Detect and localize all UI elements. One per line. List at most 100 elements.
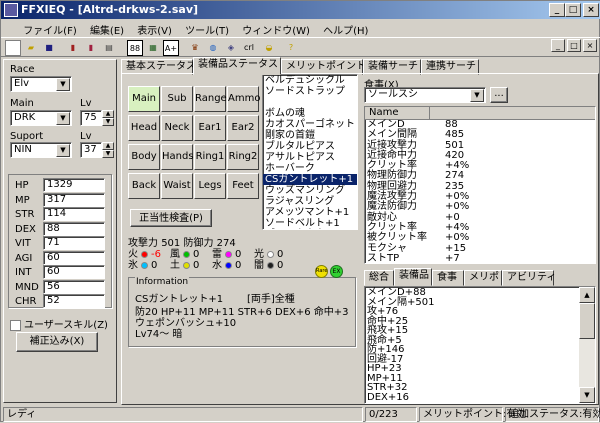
support-job-select[interactable]: NIN ▼	[10, 142, 72, 158]
stat-value: 317	[43, 192, 105, 207]
tab-equip-status[interactable]: 装備品ステータス	[193, 57, 281, 75]
left-panel: Race Elv ▼ Main Lv DRK ▼ 75 ▲ ▼ Suport Lv N…	[3, 59, 117, 403]
info-line-level: Lv74～ 暗	[135, 329, 183, 340]
tab-food[interactable]: 食事	[432, 270, 464, 286]
slot-ring1[interactable]: Ring1	[194, 144, 226, 170]
tab-ability[interactable]: アビリティ	[502, 270, 556, 286]
maximize-button[interactable]: □	[565, 3, 581, 17]
food-select[interactable]: ソールスシ ▼	[364, 87, 486, 103]
equip-list-item[interactable]: ホーバーク	[263, 163, 357, 174]
tab-summary[interactable]: 総合	[364, 270, 394, 286]
spin-up-icon[interactable]: ▲	[102, 110, 114, 118]
slot-head[interactable]: Head	[128, 115, 160, 141]
slot-back[interactable]: Back	[128, 173, 160, 199]
new-icon[interactable]	[5, 40, 21, 56]
stat-name: MP	[15, 194, 30, 206]
save-icon[interactable]: ■	[41, 40, 57, 56]
stat-table[interactable]: Name メインD 88 メイン間隔 485 近接攻撃力 501 近接命中力 420 クリット率…	[364, 106, 596, 264]
slot-ear2[interactable]: Ear2	[227, 115, 259, 141]
main-job-label: Main	[10, 98, 34, 109]
main-lv-label: Lv	[80, 98, 92, 109]
support-lv-input[interactable]: 37	[80, 142, 102, 158]
slot-neck[interactable]: Neck	[161, 115, 193, 141]
element-resists: 火 -6 風 0 雷 0 光 0 氷 0 土 0 水 0 闇 0	[128, 245, 328, 271]
slot-ear1[interactable]: Ear1	[194, 115, 226, 141]
minimize-button[interactable]: _	[549, 3, 565, 17]
slot-ammo[interactable]: Ammo	[227, 86, 260, 112]
stat-row: DEX 88	[13, 221, 109, 236]
crl-icon[interactable]: crl	[241, 40, 257, 56]
spin-down-icon[interactable]: ▼	[102, 118, 114, 126]
grid-icon[interactable]: ▦	[145, 40, 161, 56]
validity-check-button[interactable]: 正当性検査(P)	[130, 209, 212, 227]
slot-hands[interactable]: Hands	[161, 144, 194, 170]
checkbox-box[interactable]	[10, 319, 21, 331]
equip-list-item[interactable]: アサルトピアス	[263, 152, 357, 163]
slot-ring2[interactable]: Ring2	[227, 144, 259, 170]
main-job-select[interactable]: DRK ▼	[10, 110, 72, 126]
stat-name: CHR	[15, 296, 37, 307]
scroll-thumb[interactable]	[579, 303, 595, 339]
aplus-icon[interactable]: A+	[163, 40, 179, 56]
table-row[interactable]: 魔法防御力 +0%	[365, 202, 595, 212]
list-item: DEX+16	[367, 391, 409, 403]
slot-feet[interactable]: Feet	[227, 173, 259, 199]
spin-up-icon[interactable]: ▲	[102, 142, 114, 150]
equip-list-item[interactable]: ブラックウウィス	[263, 229, 357, 230]
equip-list-item[interactable]: ソードストラップ	[263, 86, 357, 97]
grid88-icon[interactable]: 88	[127, 40, 143, 56]
slot-waist[interactable]: Waist	[161, 173, 193, 199]
main-lv-input[interactable]: 75	[80, 110, 102, 126]
table-cell-value: 274	[445, 170, 465, 182]
slot-sub[interactable]: Sub	[161, 86, 193, 112]
stat-value: 71	[43, 236, 105, 250]
close-button[interactable]: ×	[583, 3, 599, 17]
slot-range[interactable]: Range	[194, 86, 227, 112]
stat-value: 1329	[43, 178, 105, 192]
totals-scrollbar[interactable]: ▲ ▼	[579, 287, 595, 403]
book2-icon[interactable]: ▮	[83, 40, 99, 56]
stat-table-header-name: Name	[369, 107, 399, 118]
user-skill-checkbox[interactable]: ユーザースキル(Z)	[10, 316, 108, 331]
food-browse-button[interactable]: ...	[490, 87, 508, 103]
mage-icon[interactable]: ♛	[187, 40, 203, 56]
equip-listbox[interactable]: ベルデュシックル ソードストラップ ボムの魂 カオスパーゴネット 剛家の首鎧 ブルタルピア…	[262, 74, 358, 230]
chevron-down-icon: ▼	[56, 112, 70, 125]
slot-legs[interactable]: Legs	[194, 173, 226, 199]
tab-equipment[interactable]: 装備品	[394, 268, 432, 286]
scroll-down-icon[interactable]: ▼	[579, 387, 595, 403]
equip-list-item[interactable]: カオスパーゴネット	[263, 119, 357, 130]
hat-icon[interactable]: ◒	[261, 40, 277, 56]
equip-list-item[interactable]: ラジャスリング	[263, 196, 357, 207]
equip-list-item[interactable]: ブルタルピアス	[263, 141, 357, 152]
race-select[interactable]: Elv ▼	[10, 76, 72, 92]
stat-name: AGI	[15, 252, 33, 264]
equip-list-item[interactable]	[263, 97, 357, 108]
slot-body[interactable]: Body	[128, 144, 160, 170]
book-icon[interactable]: ▮	[65, 40, 81, 56]
element-resist: 土0	[170, 256, 199, 271]
equip-list-item[interactable]: 剛家の首鎧	[263, 130, 357, 141]
tab-merit[interactable]: メリポ	[464, 270, 502, 286]
equip-list-item[interactable]: ソードベルト+1	[263, 218, 357, 229]
globe-icon[interactable]: ◍	[205, 40, 221, 56]
table-row[interactable]: モクシャ +15	[365, 243, 595, 254]
equip-list-item[interactable]: ベルデュシックル	[263, 75, 357, 86]
equip-list-item[interactable]: CSガントレット+1	[263, 174, 357, 185]
equip-list-item[interactable]: ウッズマンリング	[263, 185, 357, 196]
totals-box[interactable]: メインD+88 メイン隔+501 攻+76 命中+25 飛攻+15 飛命+5 防+146 回避…	[364, 286, 596, 404]
print-icon[interactable]: ▤	[101, 40, 117, 56]
open-icon[interactable]: ▰	[23, 40, 39, 56]
equip-list-item[interactable]: ボムの魂	[263, 108, 357, 119]
scroll-up-icon[interactable]: ▲	[579, 287, 595, 303]
support-lv-spinner[interactable]: ▲ ▼	[102, 142, 114, 158]
spin-down-icon[interactable]: ▼	[102, 150, 114, 158]
hint-icon[interactable]: ?	[283, 40, 299, 56]
main-lv-spinner[interactable]: ▲ ▼	[102, 110, 114, 126]
cube-icon[interactable]: ◈	[223, 40, 239, 56]
equip-list-item[interactable]: アメッツマント+1	[263, 207, 357, 218]
slot-main[interactable]: Main	[128, 86, 160, 112]
correction-button[interactable]: 補正込み(X)	[16, 332, 98, 352]
table-row[interactable]: ストTP +7	[365, 253, 595, 263]
race-value: Elv	[14, 78, 30, 89]
